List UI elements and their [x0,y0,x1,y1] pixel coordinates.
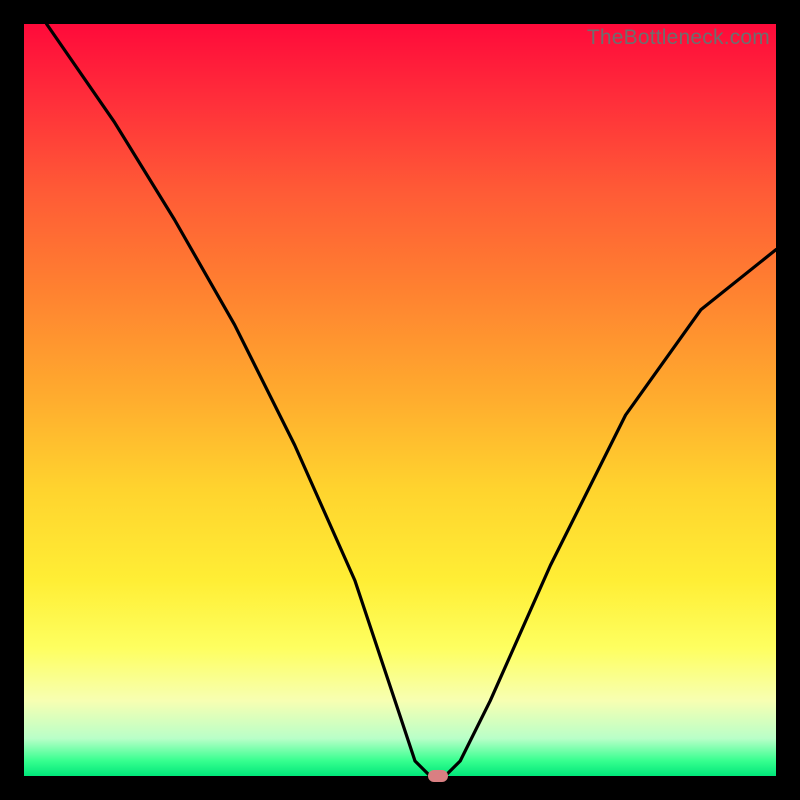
plot-area: TheBottleneck.com [24,24,776,776]
optimal-marker [428,770,448,782]
curve-path [47,24,776,776]
chart-frame: TheBottleneck.com [0,0,800,800]
bottleneck-curve [24,24,776,776]
